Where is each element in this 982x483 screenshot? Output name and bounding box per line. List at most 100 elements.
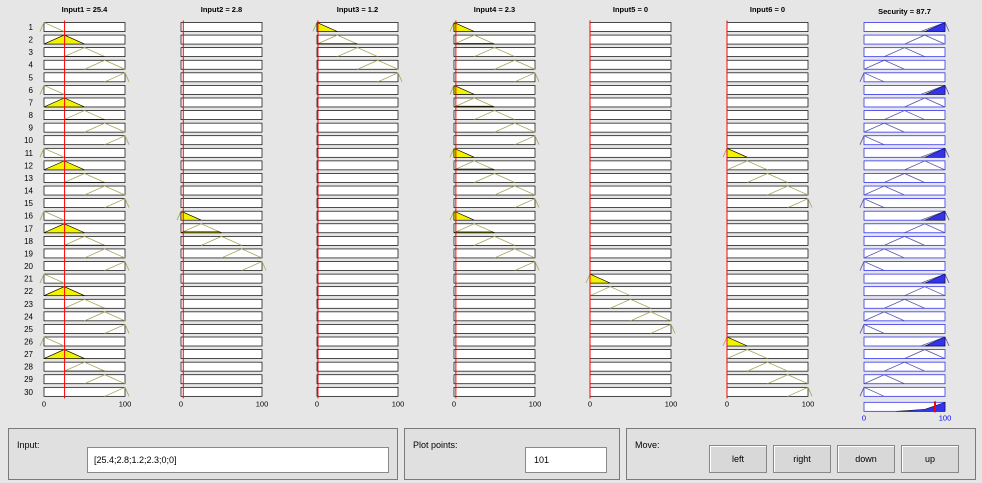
- rule-box: [43, 198, 126, 208]
- output-rule-box: [863, 173, 946, 183]
- rule-box: [726, 85, 809, 95]
- rule-box: [180, 160, 263, 171]
- output-rule-box: [863, 198, 946, 209]
- move-panel: Move: left right down up: [626, 428, 976, 480]
- rule-box: [180, 122, 263, 133]
- rule-box: [589, 59, 672, 70]
- rule-box: [43, 374, 126, 385]
- rule-box: [316, 122, 399, 133]
- rule-box: [589, 147, 672, 158]
- rule-box: [726, 22, 809, 32]
- input-vector-field[interactable]: [25.4;2.8;1.2;2.3;0;0]: [87, 447, 389, 473]
- rule-box: [316, 324, 399, 334]
- rule-box: [589, 324, 672, 334]
- output-axis-max-label: 100: [939, 413, 952, 422]
- rule-box: [589, 122, 672, 133]
- rule-box: [316, 361, 399, 372]
- rule-box: [589, 311, 672, 322]
- rule-number: 13: [24, 174, 33, 183]
- rule-box: [726, 273, 809, 284]
- rule-box: [453, 223, 536, 234]
- axis-max-label: 100: [256, 399, 269, 408]
- rule-number: 24: [24, 312, 33, 321]
- mf-activation-fill: [453, 42, 495, 45]
- rule-number: 29: [24, 375, 33, 384]
- plot-points-field[interactable]: 101: [525, 447, 607, 473]
- rule-box: [726, 349, 809, 359]
- output-rule-box: [863, 135, 946, 146]
- rule-box: [316, 97, 399, 108]
- rule-box: [43, 261, 126, 271]
- rule-box: [316, 185, 399, 196]
- rule-box: [180, 185, 263, 196]
- rule-box: [43, 248, 126, 259]
- rule-box: [453, 361, 536, 372]
- rule-box: [726, 286, 809, 297]
- output-rule-box: [863, 185, 946, 196]
- rule-box: [453, 336, 536, 347]
- rule-number: 10: [24, 136, 33, 145]
- rule-box: [453, 374, 536, 385]
- rule-box: [180, 135, 263, 146]
- move-right-button[interactable]: right: [773, 445, 831, 473]
- rule-box: [180, 59, 263, 70]
- mf-activation-fill: [180, 231, 222, 234]
- plot-points-label: Plot points:: [413, 440, 458, 450]
- rule-box: [180, 286, 263, 297]
- rule-box: [316, 248, 399, 259]
- move-down-button[interactable]: down: [837, 445, 895, 473]
- mf-activation-fill: [453, 231, 495, 234]
- rule-box: [316, 72, 399, 83]
- rule-box: [589, 298, 672, 309]
- rule-box: [43, 173, 126, 183]
- rule-viewer-plot: 1234567891011121314151617181920212223242…: [24, 5, 952, 422]
- output-rule-box: [863, 72, 946, 83]
- rule-box: [316, 135, 399, 146]
- rule-number: 5: [29, 73, 34, 82]
- rule-box: [589, 261, 672, 271]
- rule-box: [316, 85, 399, 95]
- rule-box: [726, 324, 809, 334]
- rule-number: 16: [24, 212, 33, 221]
- input-title: Input1 = 25.4: [62, 5, 108, 14]
- rule-box: [726, 210, 809, 221]
- rule-box: [43, 72, 126, 83]
- move-up-button[interactable]: up: [901, 445, 959, 473]
- rule-box: [43, 147, 126, 158]
- rule-box: [453, 47, 536, 58]
- rule-box: [726, 97, 809, 108]
- rule-box: [316, 59, 399, 70]
- input-title: Input6 = 0: [750, 5, 785, 14]
- rule-box: [180, 374, 263, 385]
- rule-number: 8: [29, 111, 34, 120]
- rule-box: [453, 97, 536, 108]
- rule-box: [316, 273, 399, 284]
- output-rule-box: [863, 34, 946, 45]
- rule-box: [589, 248, 672, 259]
- rule-box: [43, 210, 126, 221]
- rule-box: [453, 311, 536, 322]
- rule-box: [726, 386, 809, 397]
- rule-box: [316, 34, 399, 45]
- rule-box: [180, 22, 263, 32]
- rule-box: [589, 236, 672, 246]
- rule-box: [180, 298, 263, 309]
- rule-box: [453, 34, 536, 45]
- axis-max-label: 100: [119, 399, 132, 408]
- rule-box: [316, 198, 399, 208]
- rule-box: [43, 273, 126, 284]
- output-rule-box: [863, 286, 946, 297]
- output-rule-box: [863, 374, 946, 385]
- rule-box: [316, 286, 399, 297]
- output-rule-box: [863, 298, 946, 309]
- rule-number: 3: [29, 48, 34, 57]
- rule-box: [726, 34, 809, 45]
- rule-box: [726, 160, 809, 171]
- move-left-button[interactable]: left: [709, 445, 767, 473]
- rule-box: [589, 386, 672, 397]
- rule-box: [316, 349, 399, 359]
- axis-min-label: 0: [452, 399, 456, 408]
- rule-box: [180, 223, 263, 234]
- rule-box: [453, 298, 536, 309]
- rule-box: [726, 110, 809, 120]
